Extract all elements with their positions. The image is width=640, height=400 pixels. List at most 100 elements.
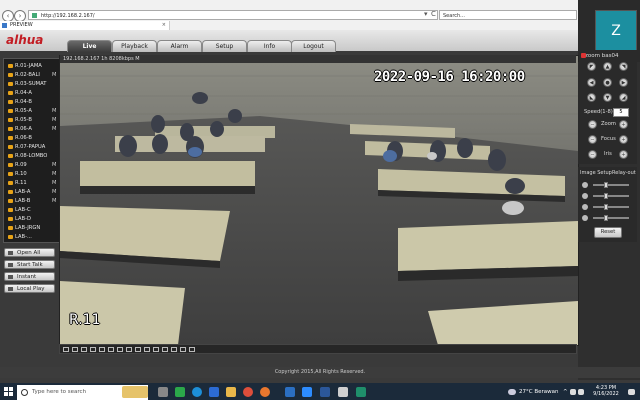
fullscreen-icon[interactable] — [99, 347, 105, 352]
channel-stream-mark[interactable]: M — [52, 71, 56, 79]
speed-select[interactable]: 5 — [613, 108, 629, 117]
tab-info[interactable]: Info — [247, 40, 292, 52]
layout-9-icon[interactable] — [81, 347, 87, 352]
channel-item[interactable]: LAB-A M — [5, 188, 59, 196]
ptz-down-right-button[interactable]: ◢ — [619, 93, 628, 102]
image-setup-tab[interactable]: Image Setup — [580, 170, 612, 176]
channel-list[interactable]: R.01-JAMA R.02-BALI M R.03-SUMAT R.04-A R.04-… — [3, 58, 60, 243]
channel-item[interactable]: R.03-SUMAT — [5, 80, 59, 88]
start-talk-button[interactable]: Start Talk — [4, 260, 55, 269]
internet-explorer-icon[interactable] — [285, 387, 295, 397]
browser-tab-preview[interactable]: PREVIEW × — [0, 21, 170, 30]
channel-stream-mark[interactable]: M — [52, 116, 56, 124]
dropdown-icon[interactable]: ▾ — [424, 10, 428, 18]
saturation-slider-handle[interactable] — [604, 204, 608, 210]
address-bar[interactable]: http://192.168.2.167/ — [28, 10, 438, 20]
mail-app-icon[interactable] — [209, 387, 219, 397]
channel-item[interactable]: R.08-LOMBO — [5, 152, 59, 160]
notifications-icon[interactable] — [628, 389, 635, 395]
file-explorer-icon[interactable] — [226, 387, 236, 397]
channel-item[interactable]: R.04-B — [5, 98, 59, 106]
channel-stream-mark[interactable]: M — [52, 197, 56, 205]
tab-live[interactable]: Live — [67, 40, 112, 52]
focus-far-button[interactable]: + — [619, 135, 628, 144]
volume-icon[interactable] — [578, 389, 584, 395]
browser-search-input[interactable]: Search... — [439, 10, 577, 20]
channel-item[interactable]: LAB-JRGN — [5, 224, 59, 232]
ptz-up-right-button[interactable]: ◥ — [619, 62, 628, 71]
stream-icon[interactable] — [153, 347, 159, 352]
contrast-slider[interactable] — [593, 193, 629, 199]
brightness-slider[interactable] — [593, 182, 629, 188]
layout-1-icon[interactable] — [63, 347, 69, 352]
hue-slider-handle[interactable] — [604, 215, 608, 221]
channel-item[interactable]: LAB-D — [5, 215, 59, 223]
layout-4-icon[interactable] — [72, 347, 78, 352]
zoom-in-button[interactable]: + — [619, 120, 628, 129]
layout-16-icon[interactable] — [90, 347, 96, 352]
relay-out-tab[interactable]: Relay-out — [612, 170, 636, 176]
ptz-down-left-button[interactable]: ◣ — [587, 93, 596, 102]
tab-logout[interactable]: Logout — [291, 40, 336, 52]
taskbar-clock[interactable]: 4:23 PM 9/16/2022 — [586, 385, 626, 397]
chrome-icon[interactable] — [243, 387, 253, 397]
open-all-button[interactable]: Open All — [4, 248, 55, 257]
channel-stream-mark[interactable]: M — [52, 179, 56, 187]
zoom-out-button[interactable]: − — [588, 120, 597, 129]
local-play-button[interactable]: Local Play — [4, 284, 55, 293]
snapshot-icon[interactable] — [108, 347, 114, 352]
network-icon[interactable] — [570, 389, 576, 395]
record-icon[interactable] — [117, 347, 123, 352]
ptz-left-button[interactable]: ◀ — [587, 78, 596, 87]
saturation-slider[interactable] — [593, 204, 629, 210]
channel-stream-mark[interactable]: M — [52, 170, 56, 178]
reset-button[interactable]: Reset — [594, 227, 622, 238]
ptz-down-button[interactable]: ▼ — [603, 93, 612, 102]
brightness-slider-handle[interactable] — [604, 182, 608, 188]
windows-start-icon[interactable] — [4, 387, 13, 396]
tray-overflow-icon[interactable]: ^ — [563, 389, 568, 395]
channel-stream-mark[interactable]: M — [52, 107, 56, 115]
contrast-slider-handle[interactable] — [604, 193, 608, 199]
store-app-icon[interactable] — [356, 387, 366, 397]
tab-alarm[interactable]: Alarm — [157, 40, 202, 52]
channel-item[interactable]: R.05-A M — [5, 107, 59, 115]
channel-item[interactable]: R.06-B — [5, 134, 59, 142]
iris-open-button[interactable]: + — [619, 150, 628, 159]
channel-item[interactable]: R.04-A — [5, 89, 59, 97]
audio-icon[interactable] — [126, 347, 132, 352]
channel-stream-mark[interactable]: M — [52, 161, 56, 169]
firefox-icon[interactable] — [260, 387, 270, 397]
channel-item[interactable]: R.10 M — [5, 170, 59, 178]
ptz-up-button[interactable]: ▲ — [603, 62, 612, 71]
media-app-icon[interactable] — [338, 387, 348, 397]
channel-item[interactable]: R.11 M — [5, 179, 59, 187]
instant-record-button[interactable]: Instant Record — [4, 272, 55, 289]
hue-slider[interactable] — [593, 215, 629, 221]
tab-close-icon[interactable]: × — [162, 21, 166, 30]
channel-item[interactable]: LAB-B M — [5, 197, 59, 205]
weather-status[interactable]: 27°C Berawan — [519, 389, 558, 395]
channel-item[interactable]: LAB-C — [5, 206, 59, 214]
channel-stream-mark[interactable]: M — [52, 188, 56, 196]
edge-icon[interactable] — [192, 387, 202, 397]
channel-item[interactable]: R.01-JAMA — [5, 62, 59, 70]
spreadsheet-app-icon[interactable] — [175, 387, 185, 397]
channel-stream-mark[interactable]: M — [52, 125, 56, 133]
channel-item[interactable]: R.06-A M — [5, 125, 59, 133]
tab-playback[interactable]: Playback — [112, 40, 157, 52]
zoom-icon[interactable] — [135, 347, 141, 352]
ptz-center-button[interactable]: ● — [603, 78, 612, 87]
word-app-icon[interactable] — [320, 387, 330, 397]
channel-item[interactable]: R.05-B M — [5, 116, 59, 124]
prev-page-icon[interactable] — [180, 347, 186, 352]
channel-item[interactable]: LAB-... — [5, 233, 59, 241]
tab-setup[interactable]: Setup — [202, 40, 247, 52]
channel-item[interactable]: R.07-PAPUA — [5, 143, 59, 151]
ptz-up-left-button[interactable]: ◤ — [587, 62, 596, 71]
focus-near-button[interactable]: − — [588, 135, 597, 144]
channel-item[interactable]: R.09 M — [5, 161, 59, 169]
weather-widget-icon[interactable] — [122, 386, 148, 398]
ptz-right-button[interactable]: ▶ — [619, 78, 628, 87]
live-video-feed[interactable] — [59, 55, 579, 346]
